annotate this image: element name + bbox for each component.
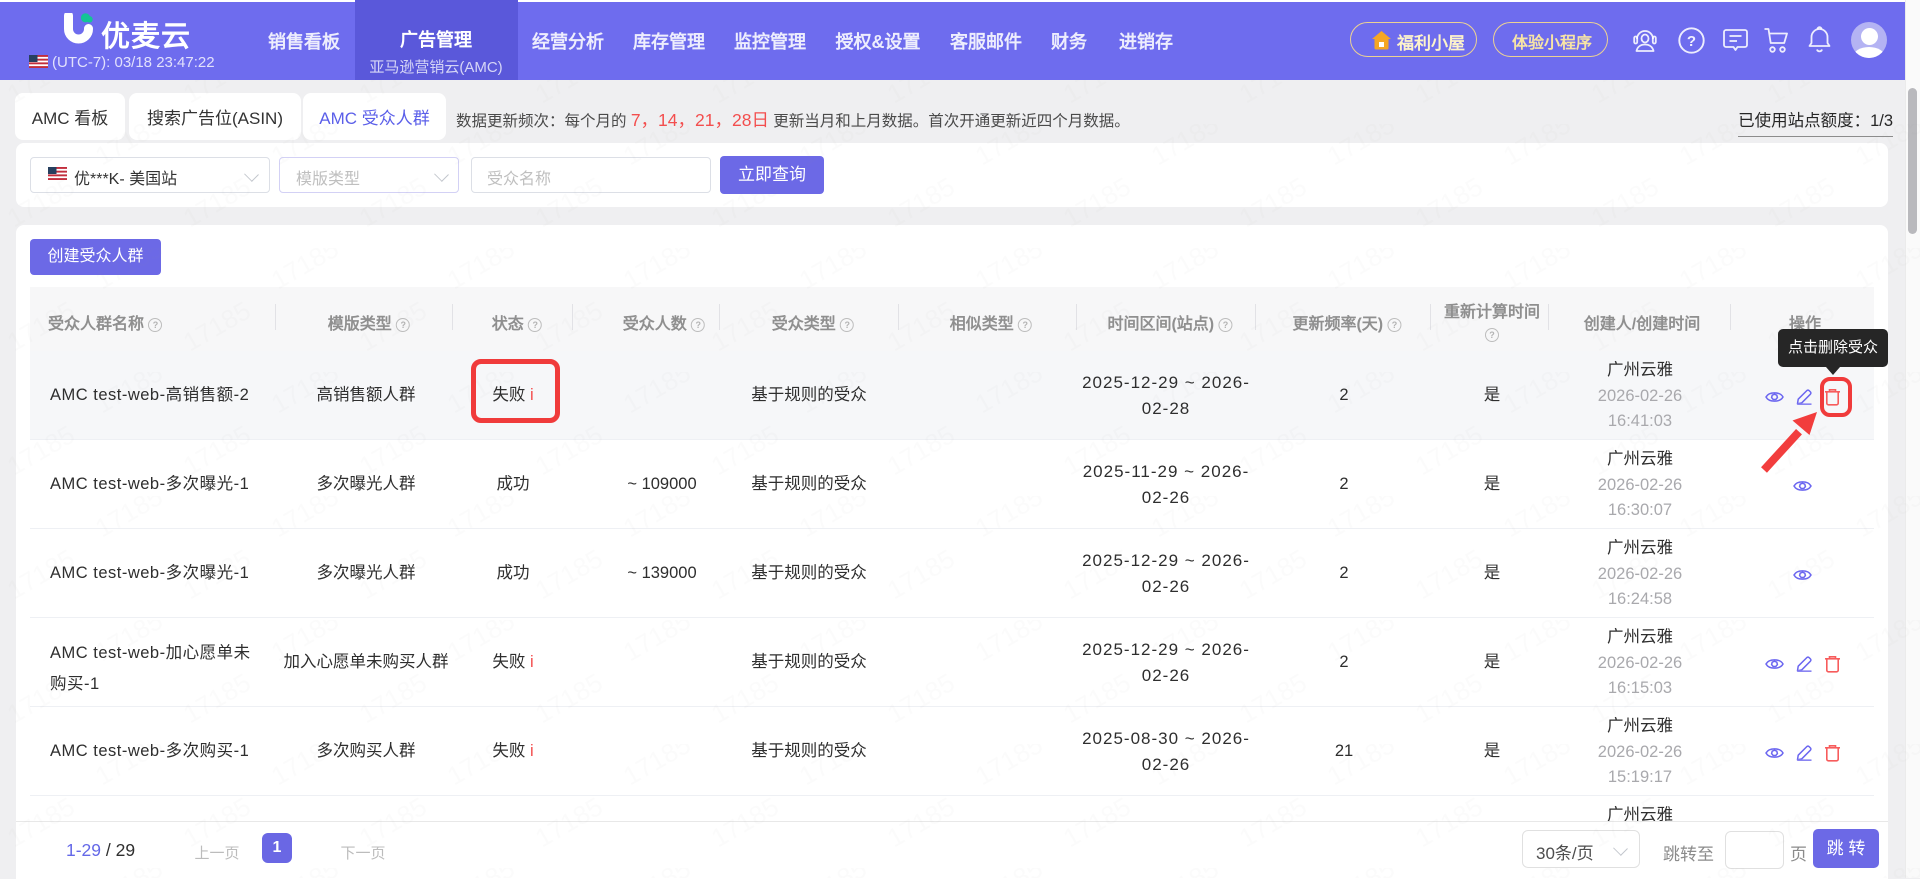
svg-text:?: ? <box>1687 33 1696 50</box>
